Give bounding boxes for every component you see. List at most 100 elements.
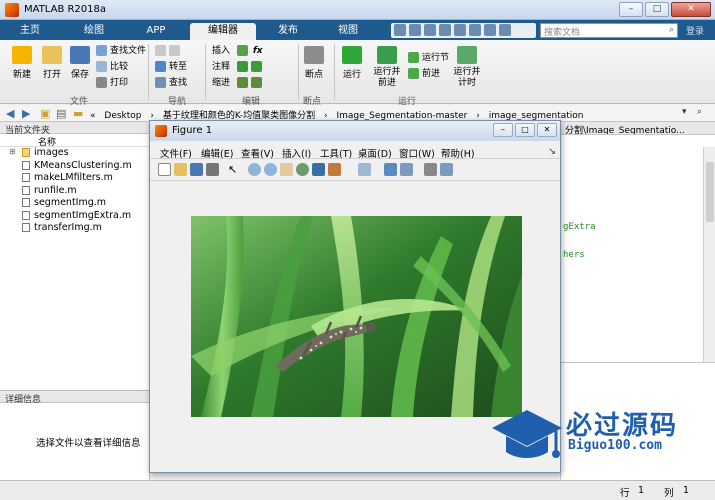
run-button[interactable]: 运行 [338,46,366,80]
advance-icon [408,68,419,79]
up-folder-icon[interactable]: ▣ [40,107,50,120]
undo-icon[interactable] [454,24,466,36]
tab-apps[interactable]: APP [130,23,182,40]
scroll-thumb[interactable] [706,162,714,222]
browse-folder-icon[interactable]: ▤ [56,107,66,120]
print-button[interactable]: 打印 [96,77,128,91]
brush-icon[interactable] [328,163,341,176]
goto-button[interactable]: 转至 [155,61,187,75]
figure-minimize-button[interactable]: – [493,123,513,137]
list-item[interactable]: KMeansClustering.m [0,160,149,173]
list-item[interactable]: transferImg.m [0,222,149,235]
copy-icon[interactable] [424,24,436,36]
indent-button[interactable]: 缩进 [212,77,265,91]
tab-view[interactable]: 视图 [322,23,374,40]
cut-icon[interactable] [409,24,421,36]
find-files-button[interactable]: 查找文件 [96,45,146,59]
tab-publish[interactable]: 发布 [262,23,314,40]
rotate-3d-icon[interactable] [296,163,309,176]
menu-desktop[interactable]: 桌面(D) [358,146,392,160]
list-item[interactable]: segmentImg.m [0,197,149,210]
breakpoints-icon [304,46,324,64]
list-item[interactable]: makeLMfilters.m [0,172,149,185]
print-figure-icon[interactable] [206,163,219,176]
comment-button[interactable]: 注释 [212,61,265,75]
pointer-icon[interactable]: ↖ [228,163,241,176]
hide-plot-tools-icon[interactable] [424,163,437,176]
menu-help[interactable]: 帮助(H) [441,146,475,160]
breadcrumb-overflow[interactable]: « [90,111,96,121]
figure-close-button[interactable]: ✕ [537,123,557,137]
run-section-button[interactable]: 运行节 [408,52,449,66]
search-icon[interactable]: ⌕ [669,25,674,35]
new-button[interactable]: 新建 [8,46,36,80]
fx-icon[interactable]: fx [253,46,263,56]
forward-icon [169,45,180,56]
menu-window[interactable]: 窗口(W) [399,146,435,160]
editor-scrollbar[interactable] [703,147,715,367]
redo-icon[interactable] [469,24,481,36]
indent-label: 缩进 [212,78,231,88]
insert-button[interactable]: 插入 fx [212,45,263,59]
show-plot-tools-icon[interactable] [440,163,453,176]
gecko-on-grass-image [191,216,522,417]
zoom-in-icon[interactable] [248,163,261,176]
back-arrow-icon[interactable]: ◀ [6,107,14,120]
menu-edit[interactable]: 编辑(E) [201,146,233,160]
menu-dock-arrow-icon[interactable]: ↘ [548,146,556,157]
figure-maximize-button[interactable]: □ [515,123,535,137]
advance-button[interactable]: 前进 [408,68,440,82]
paste-icon[interactable] [439,24,451,36]
tab-editor[interactable]: 编辑器 [190,23,256,40]
open-file-icon[interactable] [174,163,187,176]
save-icon[interactable] [394,24,406,36]
save-button[interactable]: 保存 [66,46,94,80]
minimize-button[interactable]: – [619,2,643,17]
legend-icon[interactable] [400,163,413,176]
link-plot-icon[interactable] [358,163,371,176]
login-link[interactable]: 登录 [686,24,704,37]
open-button[interactable]: 打开 [38,46,66,80]
quick-access-toolbar [391,23,536,38]
goto-icon [155,61,166,72]
back-forward-buttons[interactable] [155,45,183,59]
find-icon [155,77,166,88]
help-icon[interactable] [499,24,511,36]
zoom-out-icon[interactable] [264,163,277,176]
colorbar-icon[interactable] [384,163,397,176]
pan-hand-icon[interactable] [280,163,293,176]
menu-file[interactable]: 文件(F) [160,146,192,160]
data-cursor-icon[interactable] [312,163,325,176]
run-advance-button[interactable]: 运行并前进 [370,46,404,89]
breadcrumb-desktop[interactable]: Desktop [104,111,141,121]
close-button[interactable]: ✕ [671,2,711,17]
tab-home[interactable]: 主页 [8,23,52,40]
dropdown-arrow-icon[interactable]: ▾ [682,107,687,117]
breakpoints-label: 断点 [304,70,323,80]
list-item[interactable]: segmentImgExtra.m [0,210,149,223]
breakpoints-button[interactable]: 断点 [300,46,328,80]
graduation-cap-icon [492,410,562,458]
list-item[interactable]: runfile.m [0,185,149,198]
search-folder-icon[interactable]: ⌕ [697,107,702,117]
forward-arrow-icon[interactable]: ▶ [22,107,30,120]
save-figure-icon[interactable] [190,163,203,176]
menu-tools[interactable]: 工具(T) [320,146,352,160]
maximize-button[interactable]: □ [645,2,669,17]
compare-button[interactable]: 比较 [96,61,128,75]
list-item-label: segmentImgExtra.m [34,209,132,221]
search-documentation-input[interactable]: 搜索文档 ⌕ [540,23,678,38]
list-item[interactable]: ⊞ images [0,147,149,160]
run-and-time-button[interactable]: 运行并计时 [452,46,482,89]
printer-icon [96,77,107,88]
editor-tab-header[interactable]: 分割\Image_Segmentatio... [561,122,715,135]
switch-windows-icon[interactable] [484,24,496,36]
row-label: 行 [620,488,630,499]
menu-view[interactable]: 查看(V) [241,146,274,160]
find-button[interactable]: 查找 [155,77,187,91]
tab-plots[interactable]: 绘图 [68,23,120,40]
menu-insert[interactable]: 插入(I) [282,146,311,160]
expand-icon[interactable]: ⊞ [9,147,16,156]
new-figure-icon[interactable] [158,163,171,176]
find-files-label: 查找文件 [110,46,147,56]
